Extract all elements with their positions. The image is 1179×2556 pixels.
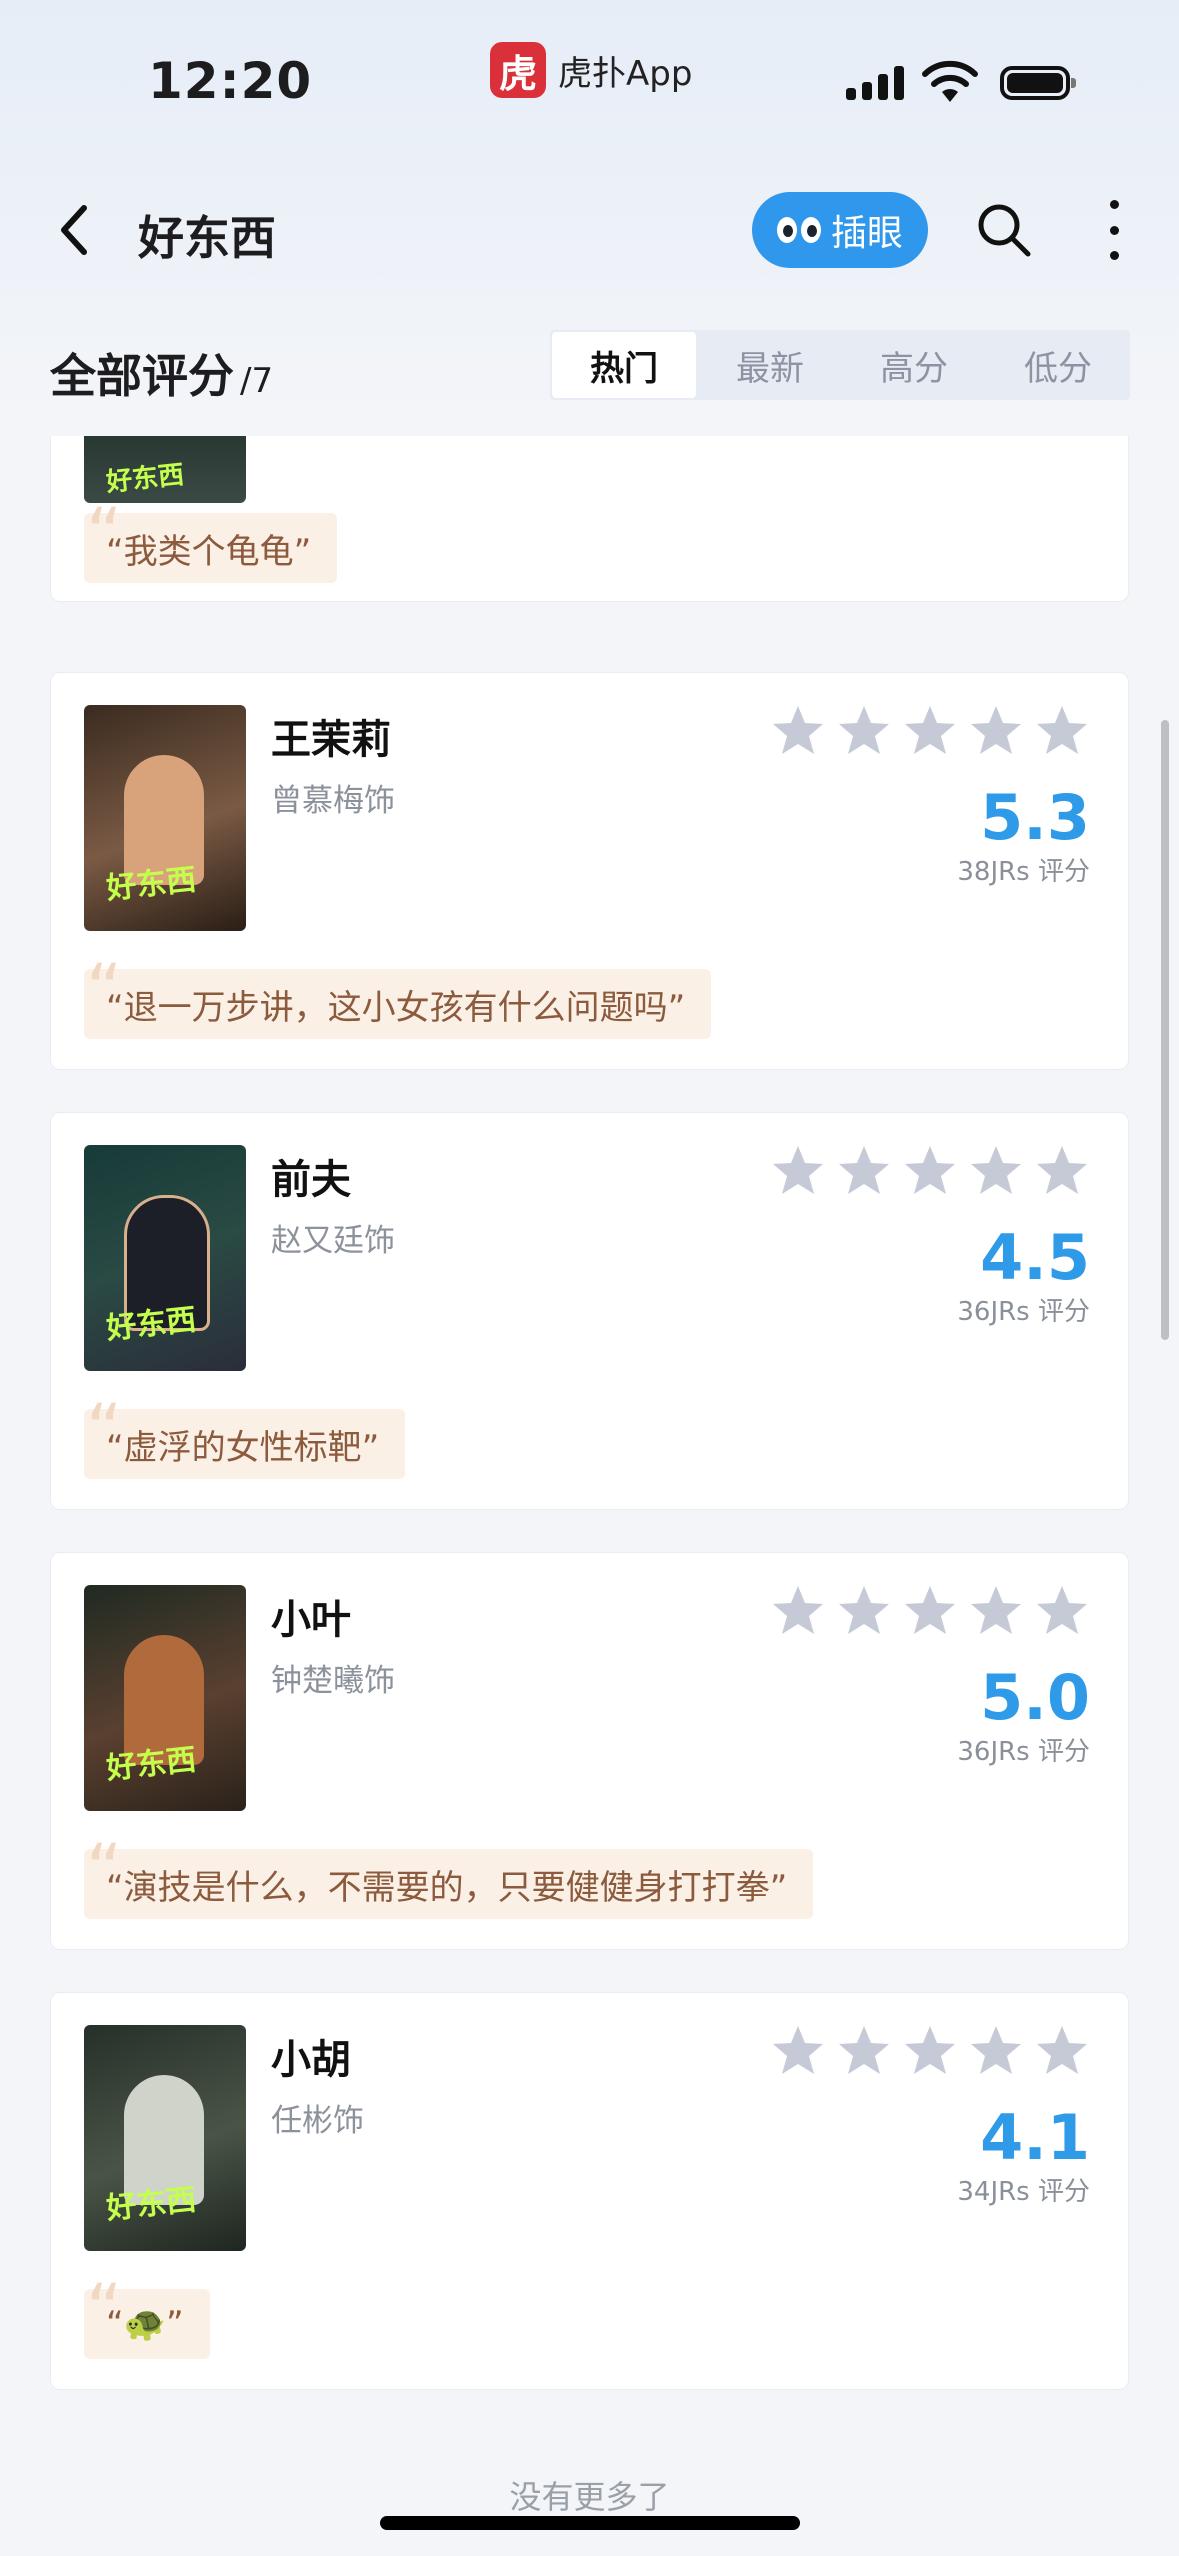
section-title-text: 全部评分 (50, 349, 234, 403)
star-icon[interactable] (836, 1583, 892, 1639)
star-icon[interactable] (770, 703, 826, 759)
vote-count: 38JRs 评分 (957, 857, 1090, 887)
role-name: 前夫 (271, 1157, 351, 1203)
poster-image: 好东西 (84, 1145, 246, 1371)
star-icon[interactable] (1034, 2023, 1090, 2079)
star-rating[interactable] (770, 703, 1090, 759)
star-icon[interactable] (1034, 1143, 1090, 1199)
app-logo-icon: 虎 (490, 42, 546, 98)
tab-latest[interactable]: 最新 (698, 330, 842, 400)
status-time: 12:20 (148, 52, 313, 110)
score-value: 4.5 (980, 1221, 1090, 1294)
cellular-signal-icon (846, 66, 904, 100)
rating-card[interactable]: 好东西 小叶 钟楚曦饰 5.0 36JRs 评分 “演技是什么，不需要的，只要健… (50, 1552, 1129, 1950)
comment-text: 虚浮的女性标靶 (123, 1427, 362, 1468)
score-value: 5.0 (980, 1661, 1090, 1734)
poster-title: 好东西 (104, 862, 198, 907)
actor-name: 赵又廷饰 (271, 1223, 395, 1259)
nav-bar: 好东西 插眼 (0, 180, 1179, 280)
poster-image: 好东西 (84, 705, 246, 931)
more-icon[interactable] (1104, 200, 1124, 260)
tab-low-score[interactable]: 低分 (986, 330, 1130, 400)
rating-card-partial[interactable]: 好东西 “我类个龟龟” (50, 436, 1129, 602)
app-name: 虎扑App (558, 53, 693, 94)
star-icon[interactable] (968, 1143, 1024, 1199)
star-icon[interactable] (770, 1143, 826, 1199)
comment-quote[interactable]: “我类个龟龟” (84, 499, 338, 583)
star-icon[interactable] (968, 703, 1024, 759)
comment-text: 演技是什么，不需要的，只要健健身打打拳 (123, 1867, 770, 1908)
section-title: 全部评分/7 (50, 340, 273, 406)
comment-text: 🐢 (123, 2304, 166, 2344)
battery-icon (1000, 66, 1076, 100)
star-icon[interactable] (902, 1143, 958, 1199)
comment-quote[interactable]: “虚浮的女性标靶” (84, 1395, 406, 1479)
vote-count: 36JRs 评分 (957, 1297, 1090, 1327)
search-icon[interactable] (974, 200, 1034, 260)
vote-count: 36JRs 评分 (957, 1737, 1090, 1767)
rating-card[interactable]: 好东西 前夫 赵又廷饰 4.5 36JRs 评分 “虚浮的女性标靶” (50, 1112, 1129, 1510)
chayan-label: 插眼 (830, 213, 903, 254)
actor-name: 钟楚曦饰 (271, 1663, 395, 1699)
star-rating[interactable] (770, 1583, 1090, 1639)
comment-quote[interactable]: “🐢” (84, 2275, 210, 2359)
rating-header: 全部评分/7 热门 最新 高分 低分 (0, 330, 1179, 434)
poster-title: 好东西 (104, 1302, 198, 1347)
actor-name: 曾慕梅饰 (271, 783, 395, 819)
star-icon[interactable] (968, 1583, 1024, 1639)
home-indicator[interactable] (380, 2516, 800, 2530)
sort-tabs: 热门 最新 高分 低分 (550, 330, 1130, 400)
tab-high-score[interactable]: 高分 (842, 330, 986, 400)
score-value: 4.1 (980, 2101, 1090, 2174)
star-icon[interactable] (902, 1583, 958, 1639)
poster-image: 好东西 (84, 2025, 246, 2251)
page: 12:20 虎 虎扑App 好东西 插眼 全部评分 /7 热门 最新 高分 低分… (0, 0, 1179, 2556)
star-icon[interactable] (1034, 1583, 1090, 1639)
vote-count: 34JRs 评分 (957, 2177, 1090, 2207)
tab-hot[interactable]: 热门 (552, 332, 696, 398)
scrollbar[interactable] (1161, 720, 1169, 1340)
star-rating[interactable] (770, 1143, 1090, 1199)
star-rating[interactable] (770, 2023, 1090, 2079)
rating-count: /7 (240, 361, 274, 401)
star-icon[interactable] (836, 1143, 892, 1199)
comment-quote[interactable]: “退一万步讲，这小女孩有什么问题吗” (84, 955, 712, 1039)
poster-image: 好东西 (84, 1585, 246, 1811)
star-icon[interactable] (968, 2023, 1024, 2079)
eyes-icon (776, 217, 821, 243)
role-name: 小叶 (271, 1597, 351, 1643)
chayan-button[interactable]: 插眼 (752, 192, 928, 268)
wifi-icon (922, 60, 978, 102)
comment-text: 我类个龟龟 (123, 531, 294, 572)
poster-title: 好东西 (104, 1742, 198, 1787)
poster-title: 好东西 (104, 2182, 198, 2227)
comment-text: 退一万步讲，这小女孩有什么问题吗 (123, 987, 668, 1028)
star-icon[interactable] (836, 2023, 892, 2079)
star-icon[interactable] (770, 1583, 826, 1639)
page-title: 好东西 (138, 211, 276, 265)
status-bar: 12:20 虎 虎扑App (0, 0, 1179, 170)
star-icon[interactable] (836, 703, 892, 759)
comment-quote[interactable]: “演技是什么，不需要的，只要健健身打打拳” (84, 1835, 814, 1919)
star-icon[interactable] (770, 2023, 826, 2079)
end-of-list-text: 没有更多了 (509, 2478, 670, 2516)
role-name: 小胡 (271, 2037, 351, 2083)
star-icon[interactable] (902, 2023, 958, 2079)
app-badge: 虎 虎扑App (490, 42, 692, 98)
star-icon[interactable] (902, 703, 958, 759)
role-name: 王茉莉 (271, 717, 391, 763)
rating-card[interactable]: 好东西 小胡 任彬饰 4.1 34JRs 评分 “🐢” (50, 1992, 1129, 2390)
actor-name: 任彬饰 (271, 2103, 364, 2139)
rating-list[interactable]: 好东西 “我类个龟龟” 好东西 王茉莉 曾慕梅饰 5.3 38JRs 评分 (0, 436, 1179, 2556)
back-icon[interactable] (48, 198, 108, 262)
score-value: 5.3 (980, 781, 1090, 854)
star-icon[interactable] (1034, 703, 1090, 759)
rating-card[interactable]: 好东西 王茉莉 曾慕梅饰 5.3 38JRs 评分 “退一万步讲，这小女孩有什么… (50, 672, 1129, 1070)
